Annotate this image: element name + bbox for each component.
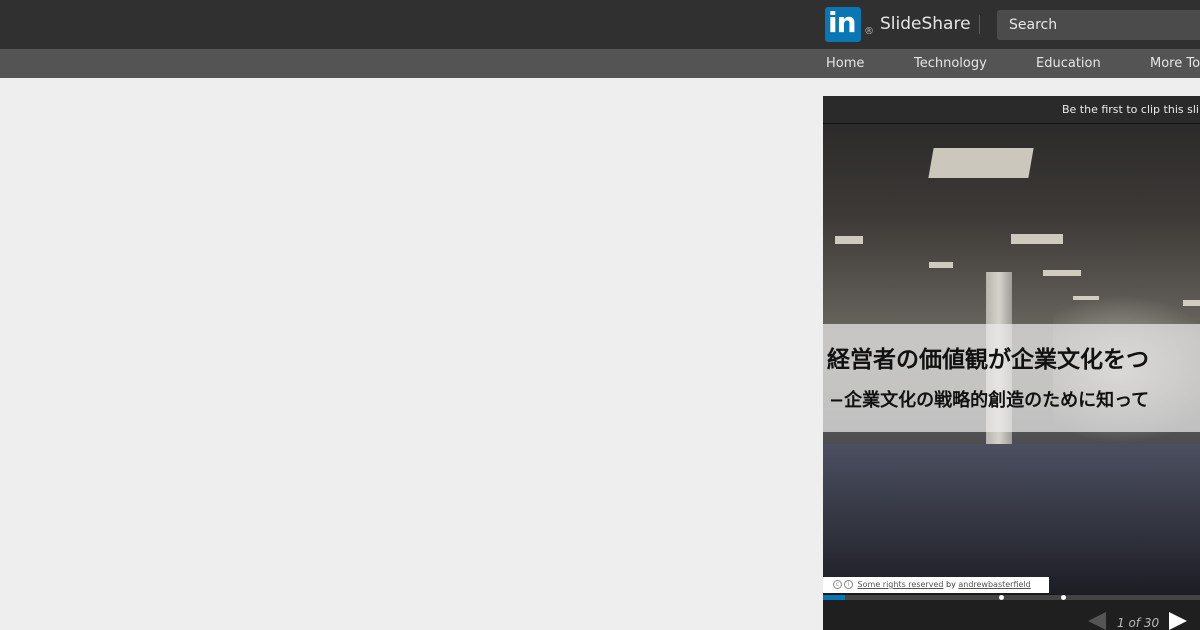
ceiling-light <box>835 236 863 244</box>
ceiling-light <box>1043 270 1081 276</box>
ceiling-light <box>1011 234 1063 244</box>
nav-item-education[interactable]: Education <box>1036 56 1101 71</box>
clip-prompt[interactable]: Be the first to clip this sli <box>1062 103 1199 116</box>
clip-bar: Be the first to clip this sli <box>823 96 1200 124</box>
linkedin-logo[interactable]: in <box>825 6 861 42</box>
nav-item-more-topics[interactable]: More To <box>1150 56 1200 71</box>
slide-title-band: 経営者の価値観が企業文化をつ −企業文化の戦略的創造のために知って <box>823 324 1200 432</box>
header-divider <box>979 15 980 34</box>
rights-link[interactable]: Some rights reserved <box>858 580 944 589</box>
next-arrow-icon[interactable] <box>1169 612 1187 630</box>
floor <box>823 444 1200 594</box>
slide-image[interactable]: 経営者の価値観が企業文化をつ −企業文化の戦略的創造のために知って ci Som… <box>823 124 1200 594</box>
nav-item-home[interactable]: Home <box>826 56 864 71</box>
slide-title: 経営者の価値観が企業文化をつ <box>827 347 1149 373</box>
registered-mark: ® <box>864 26 874 37</box>
search-input[interactable] <box>997 10 1200 40</box>
slide-player: Be the first to clip this sli 経営者の価値観が企業… <box>823 96 1200 630</box>
brand-name[interactable]: SlideShare <box>880 14 971 34</box>
prev-arrow-icon[interactable] <box>1088 612 1106 630</box>
author-link[interactable]: andrewbasterfield <box>958 580 1030 589</box>
photo-credit: ci Some rights reserved by andrewbasterf… <box>823 577 1049 593</box>
top-header: in ® SlideShare <box>0 0 1200 49</box>
logo-text: in <box>828 6 857 39</box>
attribution-icon: i <box>844 580 853 589</box>
nav-item-technology[interactable]: Technology <box>914 56 987 71</box>
slide-subtitle: −企業文化の戦略的創造のために知って <box>829 390 1150 411</box>
ceiling-light <box>929 262 953 268</box>
creative-commons-icon: c <box>833 580 842 589</box>
page-indicator: 1 of 30 <box>1117 616 1160 630</box>
player-controls: 1 of 30 <box>823 600 1200 630</box>
credit-by: by <box>945 580 956 589</box>
ceiling-light <box>928 148 1034 178</box>
category-nav: Home Technology Education More To <box>0 49 1200 78</box>
